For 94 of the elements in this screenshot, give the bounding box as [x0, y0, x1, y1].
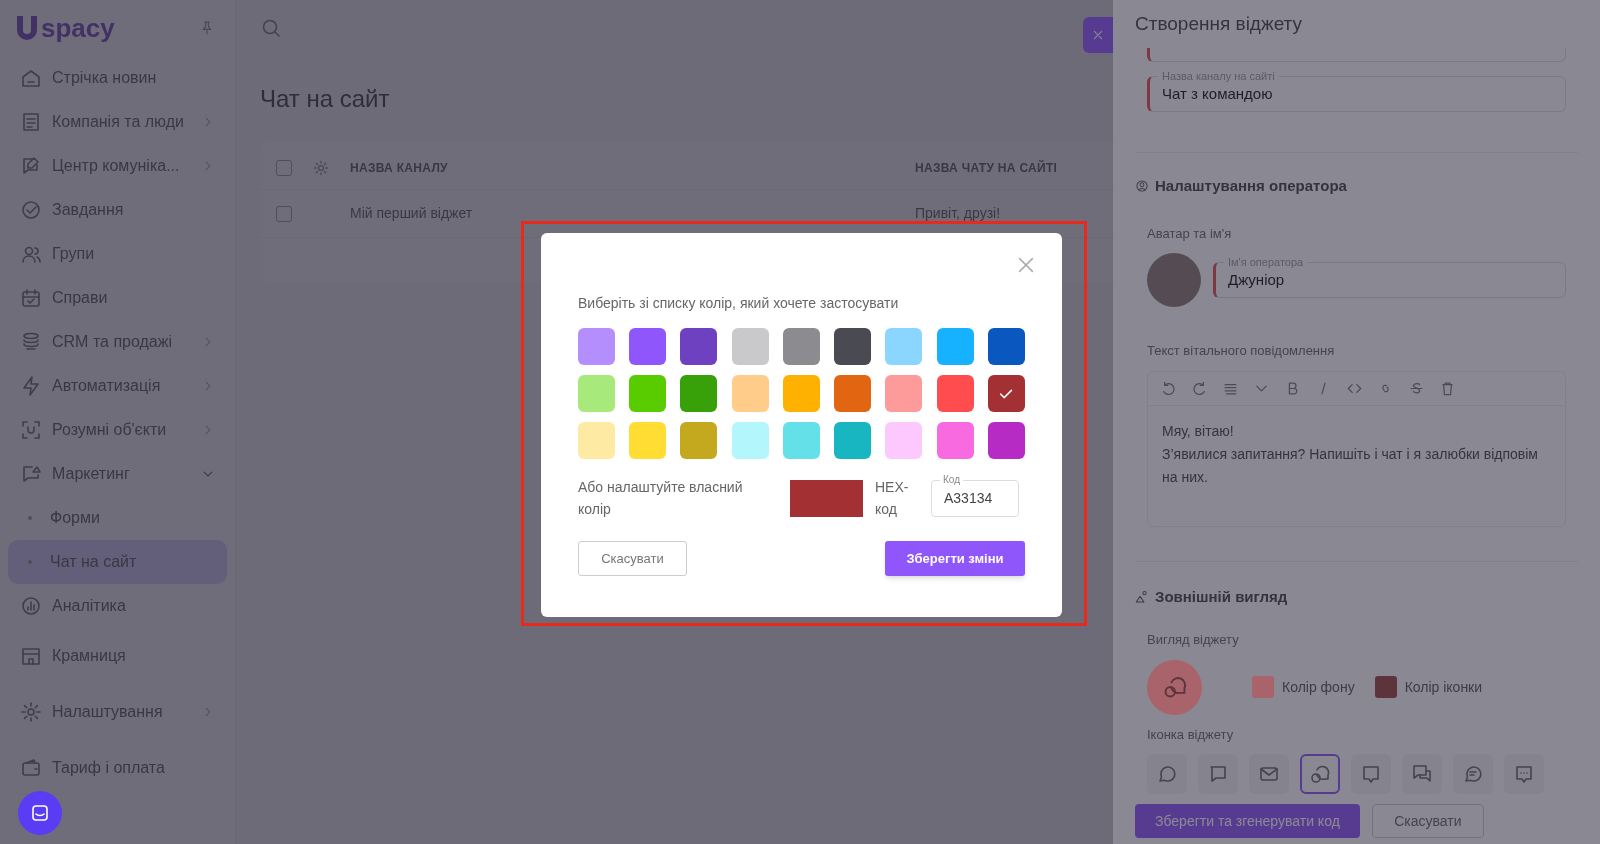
color-swatch[interactable] — [987, 375, 1025, 412]
icon-option[interactable] — [1300, 754, 1340, 794]
stack-icon — [20, 331, 42, 353]
cancel-button[interactable]: Скасувати — [1371, 804, 1484, 838]
color-swatch[interactable] — [629, 328, 667, 365]
icon-option[interactable] — [1402, 754, 1442, 794]
chart-icon — [20, 595, 42, 617]
house-icon — [20, 67, 42, 89]
color-swatch[interactable] — [680, 422, 718, 459]
square-bubble-icon — [1360, 763, 1382, 785]
bullet-icon — [28, 516, 32, 520]
color-swatch[interactable] — [680, 375, 718, 412]
color-swatch[interactable] — [936, 328, 974, 365]
color-swatch[interactable] — [578, 375, 615, 412]
user-circle-icon — [1135, 179, 1149, 194]
speech-bubble-icon — [1156, 763, 1178, 785]
calendar-icon — [20, 287, 42, 309]
color-swatch[interactable] — [885, 328, 923, 365]
field-caption: Вигляд віджету — [1147, 631, 1240, 649]
color-swatch[interactable] — [885, 375, 923, 412]
field-caption: Іконка віджету — [1147, 725, 1235, 744]
dialog-prompt: Виберіть зі списку колір, який хочете застосувати — [578, 294, 900, 313]
check-circle-icon — [20, 199, 42, 221]
two-bubbles-icon — [1411, 763, 1433, 785]
color-swatch[interactable] — [936, 375, 974, 412]
rich-text-editor[interactable]: Мяу, вітаю! З’явилися запитання? Напишіть і чат і я залюбки відповім на них. — [1147, 370, 1566, 527]
bullet-icon — [28, 560, 32, 564]
color-swatch[interactable] — [834, 422, 872, 459]
shapes-icon — [1135, 589, 1149, 604]
drawer-title: Створення віджету — [1135, 11, 1303, 36]
color-swatch[interactable] — [731, 375, 769, 412]
gear-icon — [312, 158, 330, 177]
section-heading: Зовнішній вигляд — [1155, 586, 1288, 607]
text-bubble-icon — [1462, 763, 1484, 785]
close-button[interactable] — [1083, 17, 1113, 53]
list-icon — [20, 111, 42, 133]
color-swatch[interactable] — [1374, 676, 1397, 698]
color-swatch[interactable] — [731, 328, 769, 365]
cancel-button[interactable]: Скасувати — [578, 541, 687, 576]
search-icon — [260, 17, 282, 39]
chat-bubbles-icon — [1309, 763, 1331, 785]
icon-option[interactable] — [1249, 754, 1289, 794]
page-title: Чат на сайт — [260, 84, 390, 114]
gear-icon — [20, 701, 42, 723]
message-paragraph: З’явилися запитання? Напишіть і чат і я залюбки відповім на них. — [1162, 444, 1539, 487]
close-button[interactable] — [1016, 255, 1036, 275]
color-swatch[interactable] — [680, 328, 718, 365]
color-swatch[interactable] — [629, 422, 667, 459]
color-swatch[interactable] — [885, 422, 923, 459]
save-button[interactable]: Зберегти зміни — [885, 541, 1025, 576]
color-swatch[interactable] — [834, 375, 872, 412]
lightning-icon — [20, 375, 42, 397]
color-label: Колір іконки — [1404, 677, 1483, 697]
color-swatch[interactable] — [782, 375, 820, 412]
message-paragraph: Мяу, вітаю! — [1162, 421, 1235, 441]
chat-icon — [29, 802, 51, 824]
square-bubble-icon — [1207, 763, 1229, 785]
icon-option[interactable] — [1504, 754, 1544, 794]
color-swatch[interactable] — [1252, 676, 1274, 698]
redo-icon — [1191, 379, 1208, 397]
hex-label: HEX-код — [875, 478, 910, 519]
trash-icon — [1439, 379, 1456, 397]
color-swatch[interactable] — [578, 422, 615, 459]
dots-bubble-icon — [1513, 763, 1535, 785]
color-swatch[interactable] — [782, 422, 820, 459]
color-label: Колір фону — [1282, 677, 1355, 697]
icon-option[interactable] — [1147, 754, 1187, 794]
checkbox[interactable] — [276, 205, 292, 222]
color-swatch[interactable] — [578, 328, 615, 365]
icon-option[interactable] — [1198, 754, 1238, 794]
field-caption: Текст вітального повідомлення — [1147, 342, 1336, 360]
field-label: Код — [940, 472, 963, 487]
checkbox[interactable] — [276, 159, 292, 176]
logo-mark-icon — [14, 13, 40, 43]
color-swatch[interactable] — [731, 422, 769, 459]
undo-icon — [1160, 379, 1177, 397]
wallet-icon — [20, 757, 42, 779]
avatar-placeholder — [1147, 253, 1201, 307]
section-heading: Налаштування оператора — [1155, 176, 1347, 196]
save-button[interactable]: Зберегти та згенерувати код — [1135, 804, 1360, 838]
field-caption: Аватар та ім'я — [1147, 224, 1233, 243]
close-icon — [1016, 255, 1036, 275]
store-icon — [20, 645, 42, 667]
color-swatch[interactable] — [782, 328, 820, 365]
icon-option[interactable] — [1453, 754, 1493, 794]
custom-color-label: Або налаштуйте власний колір — [578, 478, 744, 519]
color-swatch[interactable] — [987, 422, 1025, 459]
scan-face-icon — [20, 419, 42, 441]
logo-text: spacy — [41, 15, 115, 41]
icon-option[interactable] — [1351, 754, 1391, 794]
color-swatch[interactable] — [629, 375, 667, 412]
color-swatch[interactable] — [834, 328, 872, 365]
color-swatch[interactable] — [936, 422, 974, 459]
color-swatch[interactable] — [987, 328, 1025, 365]
